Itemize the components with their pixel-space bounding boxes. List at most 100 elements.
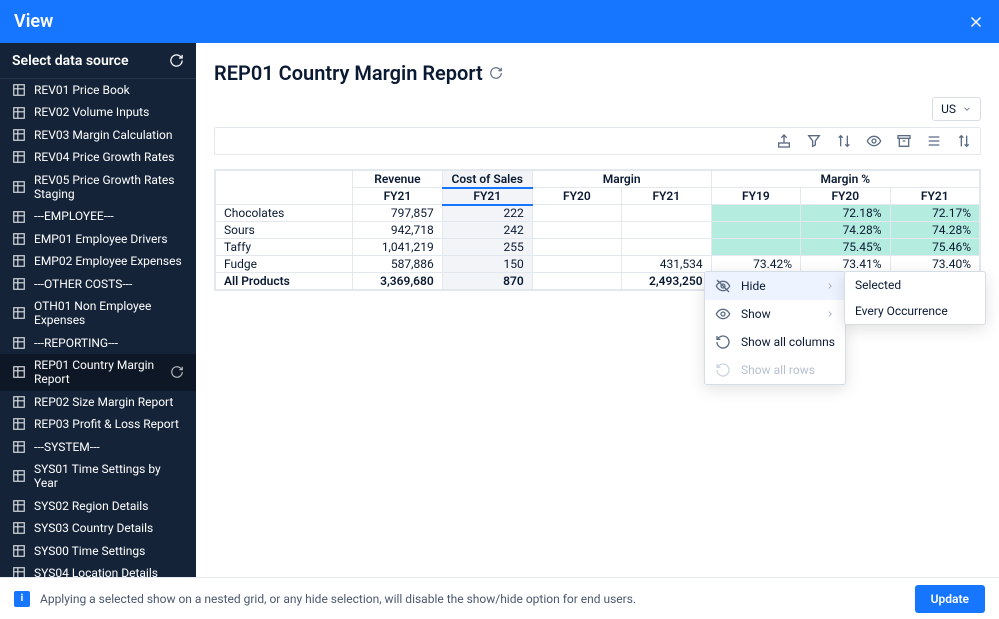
- col-period[interactable]: FY21: [890, 188, 980, 205]
- cell: 942,718: [353, 222, 443, 239]
- sidebar-item[interactable]: SYS01 Time Settings by Year: [0, 458, 196, 495]
- reorder-icon[interactable]: [956, 133, 972, 149]
- country-value: US: [941, 102, 956, 116]
- ctx-selected[interactable]: Selected: [845, 272, 985, 298]
- cell: 72.17%: [890, 205, 980, 222]
- table-row[interactable]: Fudge587,886150431,53473.42%73.41%73.40%: [216, 256, 980, 273]
- ctx-show-all-rows: Show all rows: [705, 356, 845, 384]
- col-period[interactable]: FY21: [442, 188, 532, 205]
- cell: [711, 239, 800, 256]
- sidebar-item-label: REV03 Margin Calculation: [34, 128, 184, 142]
- sidebar-item[interactable]: ---EMPLOYEE---: [0, 205, 196, 227]
- update-button[interactable]: Update: [915, 585, 985, 613]
- col-group-margin[interactable]: Margin: [532, 171, 711, 188]
- sidebar-item-label: ---SYSTEM---: [34, 440, 184, 454]
- close-icon[interactable]: [967, 13, 985, 31]
- sidebar-item-label: EMP01 Employee Drivers: [34, 232, 184, 246]
- cell: [621, 222, 711, 239]
- ctx-label: Show all rows: [741, 363, 815, 377]
- ctx-hide[interactable]: Hide: [705, 272, 845, 300]
- context-submenu: Selected Every Occurrence: [844, 271, 986, 325]
- ctx-show-all-cols[interactable]: Show all columns: [705, 328, 845, 356]
- cell: 255: [442, 239, 532, 256]
- sidebar-item-label: REV02 Volume Inputs: [34, 105, 184, 119]
- sidebar-item-label: SYS03 Country Details: [34, 521, 184, 535]
- table-row[interactable]: Taffy1,041,21925575.45%75.46%: [216, 239, 980, 256]
- cell: 73.42%: [711, 256, 800, 273]
- sidebar-title: Select data source: [12, 53, 129, 69]
- sidebar-item[interactable]: REP02 Size Margin Report: [0, 391, 196, 413]
- sidebar-item-label: SYS04 Location Details: [34, 566, 184, 577]
- sidebar-item-label: ---REPORTING---: [34, 336, 184, 350]
- eye-icon[interactable]: [866, 133, 882, 149]
- ctx-every-occurrence[interactable]: Every Occurrence: [845, 298, 985, 324]
- sidebar-item-label: ---OTHER COSTS---: [34, 277, 184, 291]
- col-period[interactable]: FY21: [353, 188, 443, 205]
- cell: 587,886: [353, 256, 443, 273]
- sidebar-item-label: OTH01 Non Employee Expenses: [34, 299, 184, 328]
- col-group-margin-pct[interactable]: Margin %: [711, 171, 979, 188]
- cell: [532, 239, 621, 256]
- col-group-revenue[interactable]: Revenue: [353, 171, 443, 188]
- row-label: All Products: [216, 273, 353, 290]
- ctx-label: Show: [741, 307, 771, 321]
- col-period[interactable]: FY21: [621, 188, 711, 205]
- sidebar-item[interactable]: EMP02 Employee Expenses: [0, 250, 196, 272]
- sidebar-item[interactable]: REP01 Country Margin Report: [0, 354, 196, 391]
- cell: 74.28%: [890, 222, 980, 239]
- sidebar-item[interactable]: SYS02 Region Details: [0, 495, 196, 517]
- cell: 73.40%: [890, 256, 980, 273]
- col-period[interactable]: FY20: [532, 188, 621, 205]
- export-icon[interactable]: [776, 133, 792, 149]
- sidebar-item[interactable]: SYS03 Country Details: [0, 517, 196, 539]
- sort-icon[interactable]: [836, 133, 852, 149]
- chevron-down-icon: [962, 104, 972, 114]
- sidebar-item[interactable]: REV04 Price Growth Rates: [0, 146, 196, 168]
- cell: 74.28%: [801, 222, 890, 239]
- cell: 72.18%: [801, 205, 890, 222]
- sidebar: Select data source REV01 Price Book REV02…: [0, 43, 196, 577]
- cell: [711, 205, 800, 222]
- sidebar-item-label: REV05 Price Growth Rates Staging: [34, 173, 184, 202]
- chevron-right-icon: [825, 309, 835, 319]
- sidebar-item-label: EMP02 Employee Expenses: [34, 254, 184, 268]
- sidebar-item-label: REV01 Price Book: [34, 83, 184, 97]
- footer: i Applying a selected show on a nested g…: [0, 577, 999, 619]
- sidebar-item[interactable]: OTH01 Non Employee Expenses: [0, 295, 196, 332]
- archive-icon[interactable]: [896, 133, 912, 149]
- sidebar-item[interactable]: SYS00 Time Settings: [0, 540, 196, 562]
- chevron-right-icon: [825, 281, 835, 291]
- refresh-icon[interactable]: [169, 53, 184, 68]
- info-icon: i: [14, 591, 30, 607]
- sidebar-item[interactable]: ---SYSTEM---: [0, 436, 196, 458]
- sidebar-item[interactable]: ---REPORTING---: [0, 332, 196, 354]
- refresh-icon[interactable]: [489, 66, 503, 80]
- cell: 797,857: [353, 205, 443, 222]
- sidebar-item[interactable]: REV01 Price Book: [0, 79, 196, 101]
- sidebar-item[interactable]: ---OTHER COSTS---: [0, 273, 196, 295]
- sidebar-item[interactable]: REV03 Margin Calculation: [0, 124, 196, 146]
- col-period[interactable]: FY19: [711, 188, 800, 205]
- ctx-label: Every Occurrence: [855, 304, 948, 318]
- filter-icon[interactable]: [806, 133, 822, 149]
- sidebar-item[interactable]: REV05 Price Growth Rates Staging: [0, 169, 196, 206]
- list-icon[interactable]: [926, 133, 942, 149]
- sidebar-item[interactable]: SYS04 Location Details: [0, 562, 196, 577]
- sidebar-item[interactable]: REP03 Profit & Loss Report: [0, 413, 196, 435]
- table-row[interactable]: Sours942,71824274.28%74.28%: [216, 222, 980, 239]
- page-title: View: [14, 11, 53, 32]
- sidebar-item[interactable]: EMP01 Employee Drivers: [0, 228, 196, 250]
- cell: [532, 205, 621, 222]
- cell: 242: [442, 222, 532, 239]
- ctx-show[interactable]: Show: [705, 300, 845, 328]
- cell: 75.45%: [801, 239, 890, 256]
- undo-icon: [715, 334, 731, 350]
- col-period[interactable]: FY20: [801, 188, 890, 205]
- sidebar-item[interactable]: REV02 Volume Inputs: [0, 101, 196, 123]
- cell: 870: [442, 273, 532, 290]
- col-group-cost[interactable]: Cost of Sales: [442, 171, 532, 188]
- sidebar-item-label: REP02 Size Margin Report: [34, 395, 184, 409]
- sidebar-item-label: SYS01 Time Settings by Year: [34, 462, 184, 491]
- table-row[interactable]: Chocolates797,85722272.18%72.17%: [216, 205, 980, 222]
- country-dropdown[interactable]: US: [932, 97, 981, 121]
